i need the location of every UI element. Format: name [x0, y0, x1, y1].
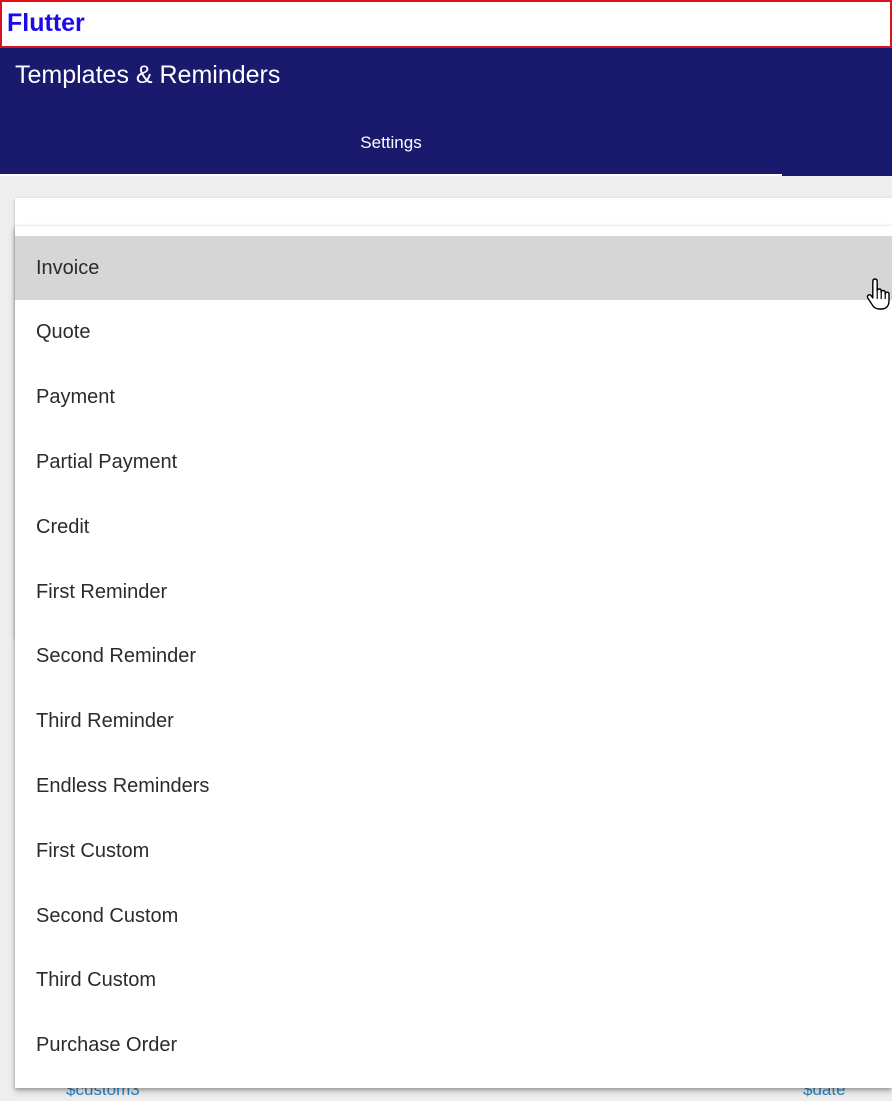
- dropdown-item-second-reminder[interactable]: Second Reminder: [15, 624, 892, 688]
- dropdown-item-first-custom[interactable]: First Custom: [15, 819, 892, 883]
- tab-settings[interactable]: Settings: [0, 128, 782, 176]
- template-dropdown-menu: Invoice Quote Payment Partial Payment Cr…: [15, 226, 892, 1088]
- dropdown-item-label: First Reminder: [36, 581, 168, 603]
- page-title: Templates & Reminders: [15, 61, 281, 89]
- dropdown-item-label: First Custom: [36, 840, 150, 862]
- dropdown-item-credit[interactable]: Credit: [15, 495, 892, 559]
- dropdown-item-quote[interactable]: Quote: [15, 300, 892, 364]
- dropdown-item-label: Quote: [36, 321, 91, 343]
- dropdown-item-label: Second Custom: [36, 905, 179, 927]
- browser-title-bar: Flutter: [0, 0, 892, 48]
- dropdown-item-invoice[interactable]: Invoice: [15, 236, 892, 300]
- dropdown-item-label: Invoice: [36, 257, 100, 279]
- dropdown-item-label: Second Reminder: [36, 645, 197, 667]
- dropdown-item-label: Endless Reminders: [36, 775, 210, 797]
- dropdown-item-label: Third Reminder: [36, 710, 174, 732]
- dropdown-item-payment[interactable]: Payment: [15, 365, 892, 429]
- dropdown-item-third-reminder[interactable]: Third Reminder: [15, 689, 892, 753]
- dropdown-item-label: Credit: [36, 516, 90, 538]
- dropdown-item-label: Third Custom: [36, 969, 157, 991]
- dropdown-item-label: Partial Payment: [36, 451, 178, 473]
- app-bar: Templates & Reminders Settings: [0, 48, 892, 176]
- browser-title: Flutter: [7, 9, 85, 37]
- dropdown-item-endless-reminders[interactable]: Endless Reminders: [15, 754, 892, 818]
- tab-settings-label: Settings: [360, 133, 422, 152]
- dropdown-item-label: Purchase Order: [36, 1034, 178, 1056]
- dropdown-item-third-custom[interactable]: Third Custom: [15, 948, 892, 1012]
- dropdown-item-second-custom[interactable]: Second Custom: [15, 884, 892, 948]
- dropdown-item-partial-payment[interactable]: Partial Payment: [15, 430, 892, 494]
- dropdown-item-purchase-order[interactable]: Purchase Order: [15, 1013, 892, 1077]
- dropdown-item-label: Payment: [36, 386, 115, 408]
- dropdown-item-first-reminder[interactable]: First Reminder: [15, 560, 892, 624]
